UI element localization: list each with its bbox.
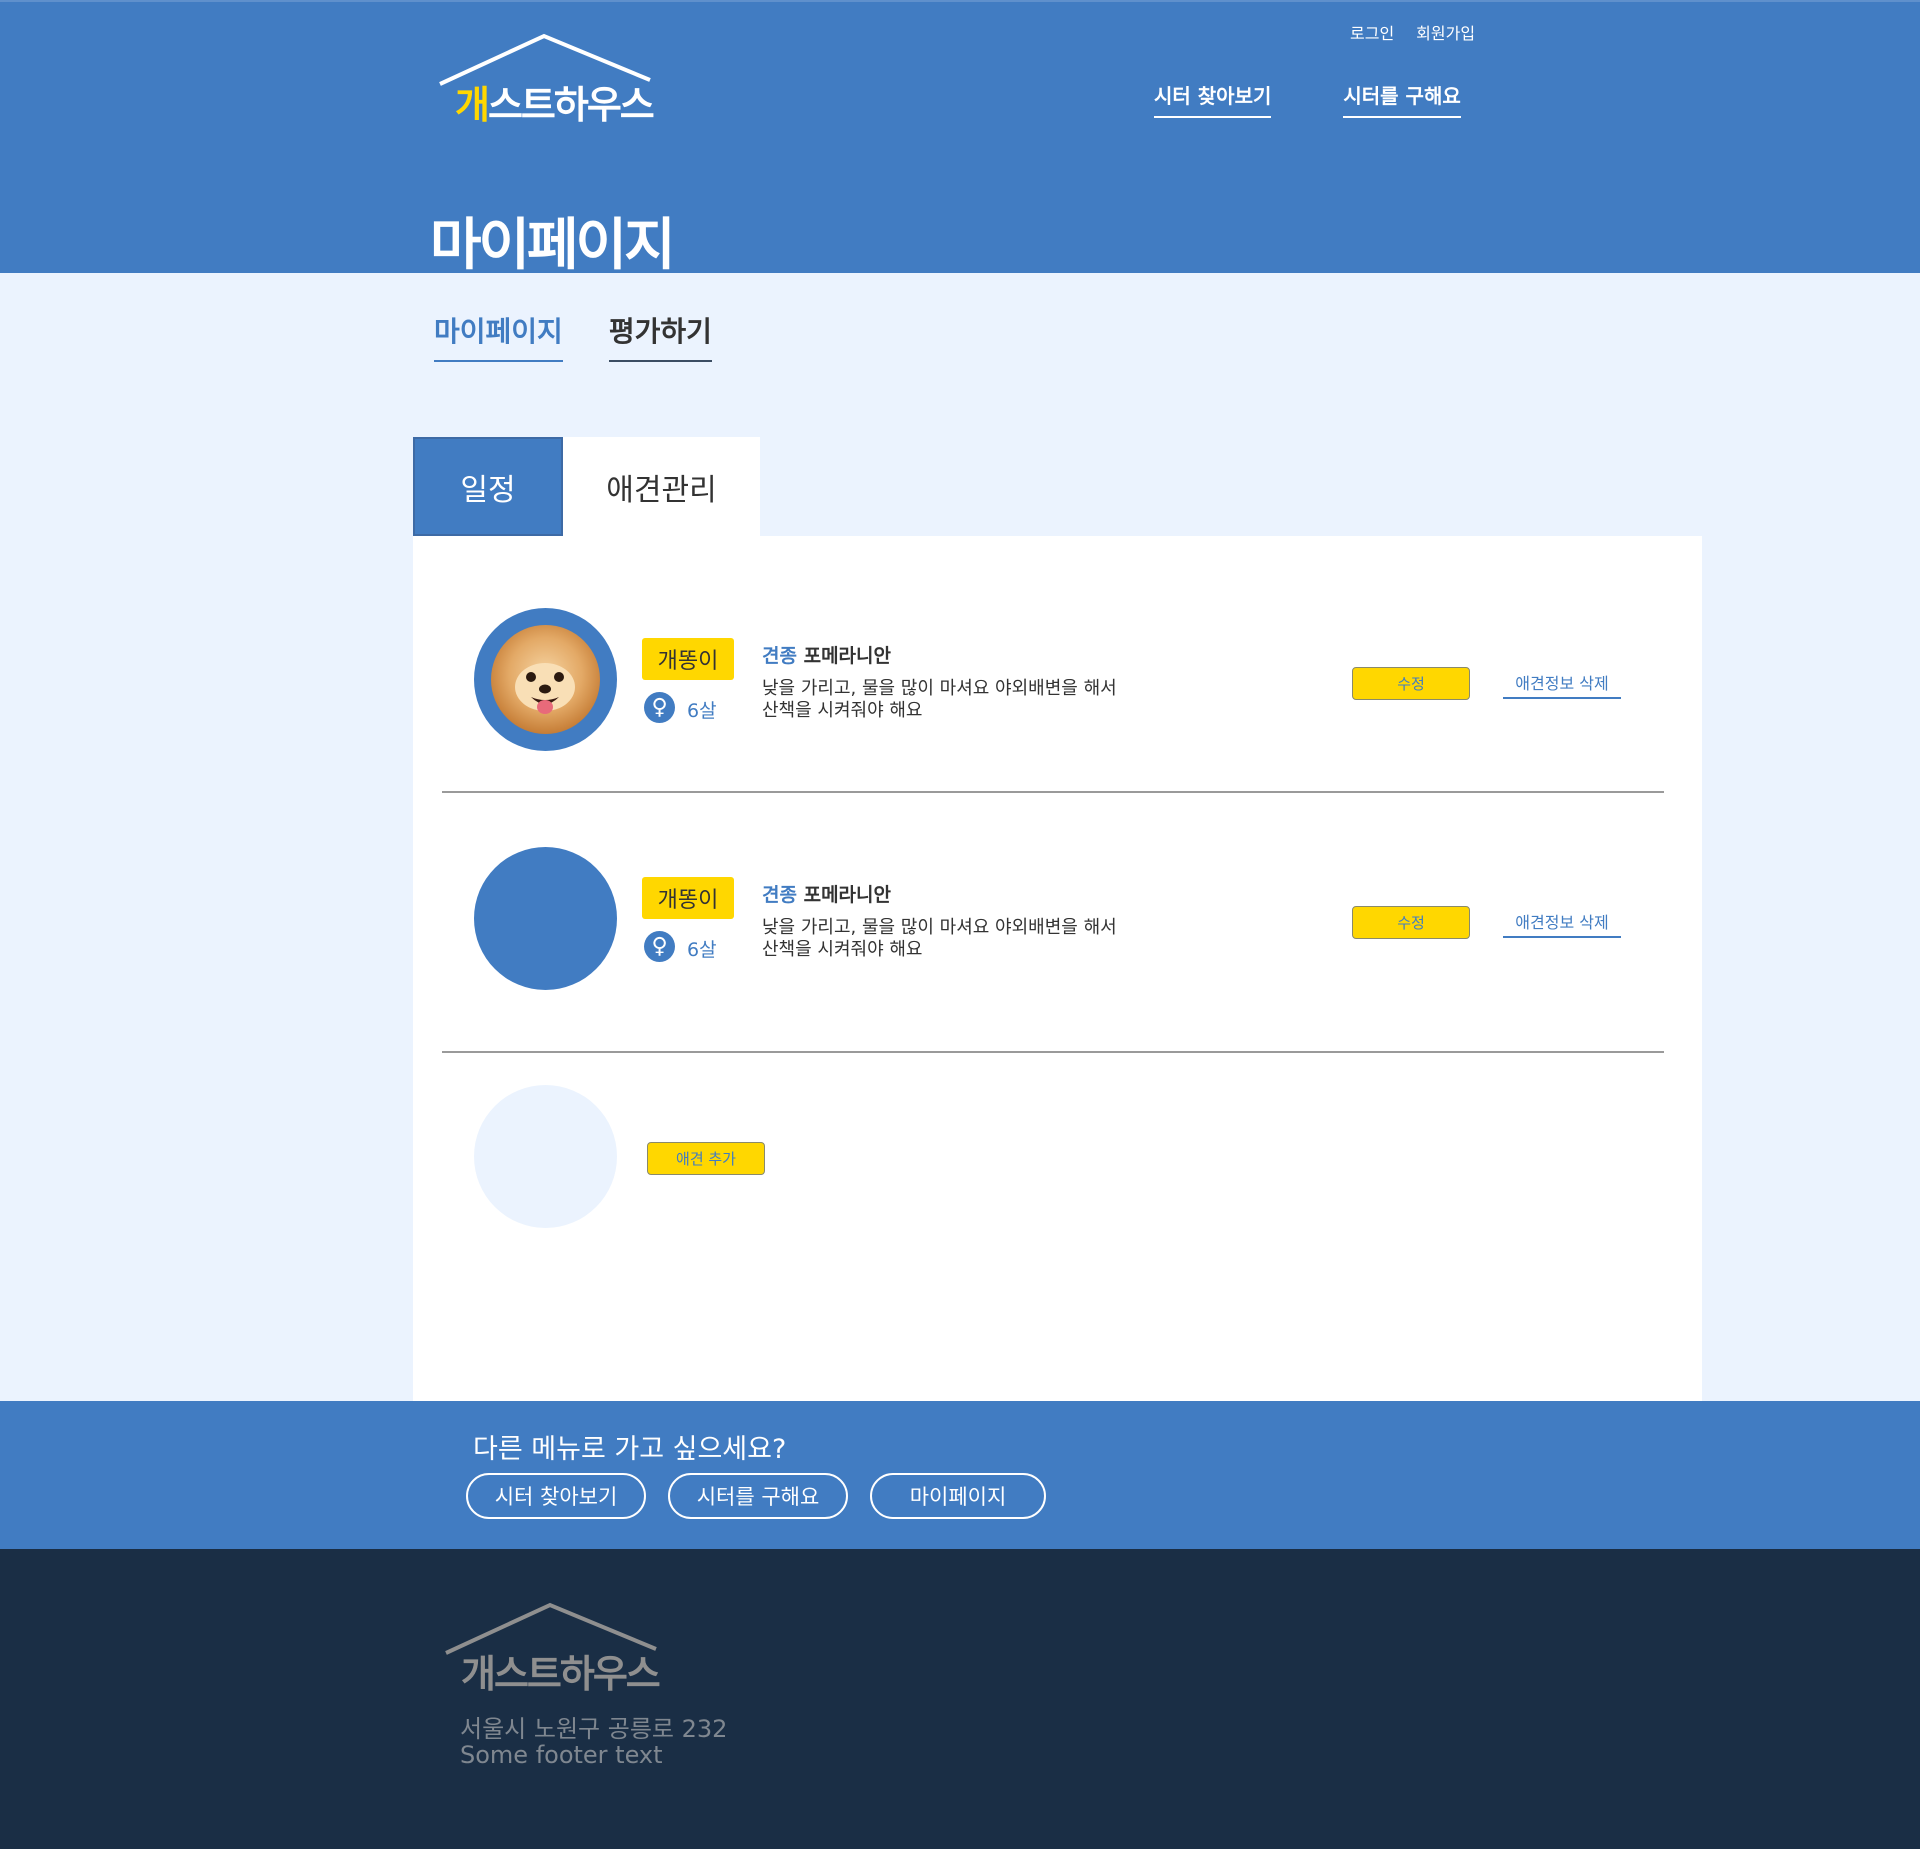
dog-management-panel: 개똥이 ♀ 6살 견종 포메라니안 낮을 가리고, 물을 많이 마셔요 야외배변… — [413, 536, 1702, 1401]
other-menu-buttons: 시터 찾아보기 시터를 구해요 마이페이지 — [466, 1473, 1046, 1519]
site-header: 개스트하우스 로그인 회원가입 시터 찾아보기 시터를 구해요 마이페이지 — [0, 0, 1920, 278]
other-menu-band: 다른 메뉴로 가고 싶으세요? 시터 찾아보기 시터를 구해요 마이페이지 — [0, 1401, 1920, 1549]
dog-face-icon — [515, 663, 575, 714]
header-top-line — [0, 0, 1920, 2]
logo-text: 개스트하우스 — [455, 83, 655, 127]
auth-links: 로그인 회원가입 — [1350, 20, 1475, 44]
breed-label: 견종 — [762, 884, 797, 906]
dog-avatar — [474, 608, 617, 751]
request-sitter-button[interactable]: 시터를 구해요 — [668, 1473, 848, 1519]
site-logo[interactable]: 개스트하우스 — [436, 30, 658, 127]
edit-dog-button[interactable]: 수정 — [1352, 906, 1470, 939]
footer-logo-text: 개스트하우스 — [461, 1652, 661, 1696]
delete-dog-link[interactable]: 애견정보 삭제 — [1503, 909, 1621, 938]
sub-nav-mypage[interactable]: 마이페이지 — [434, 310, 563, 362]
add-dog-button[interactable]: 애견 추가 — [647, 1142, 765, 1175]
dog-breed: 견종 포메라니안 — [762, 641, 891, 668]
other-menu-title: 다른 메뉴로 가고 싶으세요? — [473, 1434, 787, 1465]
pomeranian-photo — [491, 625, 600, 734]
find-sitter-button[interactable]: 시터 찾아보기 — [466, 1473, 646, 1519]
female-icon: ♀ — [644, 931, 675, 962]
sub-nav: 마이페이지 평가하기 — [434, 310, 712, 362]
female-icon: ♀ — [644, 692, 675, 723]
delete-dog-link[interactable]: 애견정보 삭제 — [1503, 670, 1621, 699]
row-divider — [442, 1051, 1664, 1053]
dog-breed: 견종 포메라니안 — [762, 880, 891, 907]
footer-address: 서울시 노원구 공릉로 232 — [460, 1715, 728, 1743]
tab-dog-management[interactable]: 애견관리 — [563, 437, 760, 536]
nav-request-sitter[interactable]: 시터를 구해요 — [1343, 80, 1461, 118]
dog-name-tag: 개똥이 — [642, 638, 734, 680]
row-divider — [442, 791, 1664, 793]
login-link[interactable]: 로그인 — [1350, 20, 1394, 44]
breed-label: 견종 — [762, 645, 797, 667]
nav-find-sitter[interactable]: 시터 찾아보기 — [1154, 80, 1272, 118]
signup-link[interactable]: 회원가입 — [1416, 20, 1475, 44]
sub-nav-review[interactable]: 평가하기 — [608, 310, 712, 362]
dog-name-tag: 개똥이 — [642, 877, 734, 919]
breed-value: 포메라니안 — [803, 884, 891, 906]
footer-logo: 개스트하우스 — [442, 1599, 664, 1696]
site-footer: 개스트하우스 서울시 노원구 공릉로 232 Some footer text — [0, 1549, 1920, 1849]
edit-dog-button[interactable]: 수정 — [1352, 667, 1470, 700]
dog-description: 낮을 가리고, 물을 많이 마셔요 야외배변을 해서 산책을 시켜줘야 해요 — [762, 917, 1117, 960]
page-title: 마이페이지 — [430, 213, 676, 278]
dog-description: 낮을 가리고, 물을 많이 마셔요 야외배변을 해서 산책을 시켜줘야 해요 — [762, 678, 1117, 721]
dog-age: 6살 — [687, 700, 717, 722]
dog-avatar-placeholder — [474, 847, 617, 990]
footer-note: Some footer text — [460, 1741, 663, 1769]
mypage-button[interactable]: 마이페이지 — [870, 1473, 1046, 1519]
tab-schedule[interactable]: 일정 — [413, 437, 563, 536]
breed-value: 포메라니안 — [803, 645, 891, 667]
add-dog-avatar-placeholder — [474, 1085, 617, 1228]
main-nav: 시터 찾아보기 시터를 구해요 — [1154, 80, 1461, 118]
dog-age: 6살 — [687, 939, 717, 961]
